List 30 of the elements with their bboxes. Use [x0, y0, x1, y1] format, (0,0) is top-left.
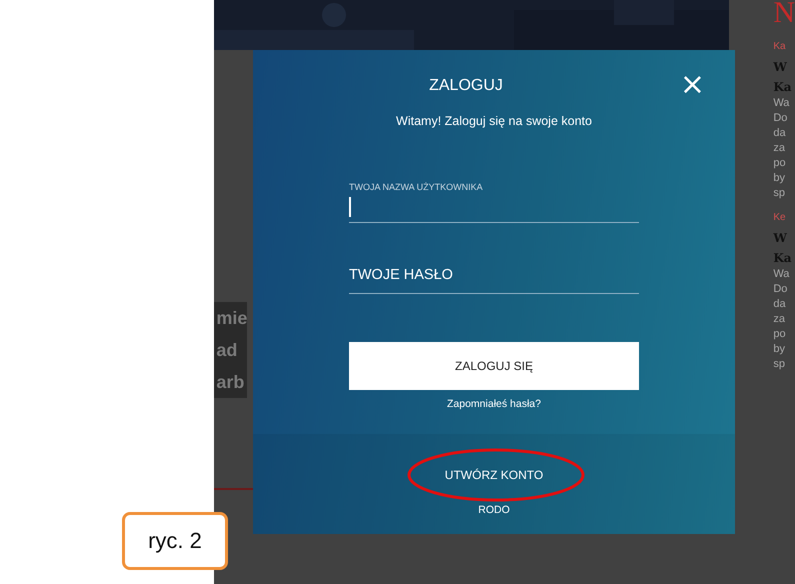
article-excerpt: za [773, 141, 786, 156]
article-excerpt: sp [773, 186, 786, 201]
article-excerpt: Do [773, 111, 788, 126]
sidebar-heading: N [773, 0, 795, 30]
article-excerpt: sp [773, 357, 786, 372]
close-button[interactable]: × [676, 70, 709, 100]
dialog-subtitle: Witamy! Zaloguj się na swoje konto [396, 114, 592, 128]
article-excerpt: Wa [773, 267, 790, 282]
article-excerpt: da [773, 126, 787, 141]
rodo-link[interactable]: RODO [478, 504, 510, 516]
create-account-link[interactable]: UTWÓRZ KONTO [444, 468, 544, 482]
login-button[interactable]: ZALOGUJ SIĘ [349, 342, 639, 390]
headline-fragment: arb [216, 371, 244, 394]
headline-fragment: ad [216, 339, 238, 362]
headline-fragment: mie [216, 307, 248, 330]
article-excerpt: by [773, 342, 786, 357]
article-excerpt: da [773, 297, 787, 312]
dialog-title: ZALOGUJ [429, 76, 503, 96]
article-category: Ka [773, 40, 787, 54]
article-excerpt: po [773, 327, 787, 342]
article-excerpt: Do [773, 282, 788, 297]
article-category: Ke [773, 211, 787, 225]
password-field[interactable]: TWOJE HASŁO [349, 257, 639, 294]
forgot-password-link[interactable]: Zapomniałeś hasła? [447, 398, 541, 410]
article-excerpt: Wa [773, 96, 790, 111]
field-label: TWOJA NAZWA UŻYTKOWNIKA [349, 182, 484, 192]
figure-label: ryc. 2 [122, 512, 228, 570]
article-excerpt: za [773, 312, 786, 327]
article-excerpt: by [773, 171, 786, 186]
article-excerpt: po [773, 156, 787, 171]
